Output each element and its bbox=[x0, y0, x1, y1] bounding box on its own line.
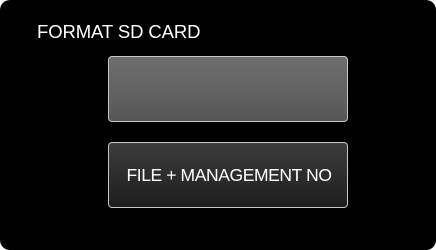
page-title: FORMAT SD CARD bbox=[37, 21, 201, 42]
format-option-top-button[interactable] bbox=[108, 56, 348, 122]
file-management-no-label: FILE + MANAGEMENT NO bbox=[126, 164, 332, 185]
file-management-no-button[interactable]: FILE + MANAGEMENT NO bbox=[108, 142, 348, 208]
camera-menu-screen: FORMAT SD CARD FILE + MANAGEMENT NO bbox=[0, 0, 436, 250]
